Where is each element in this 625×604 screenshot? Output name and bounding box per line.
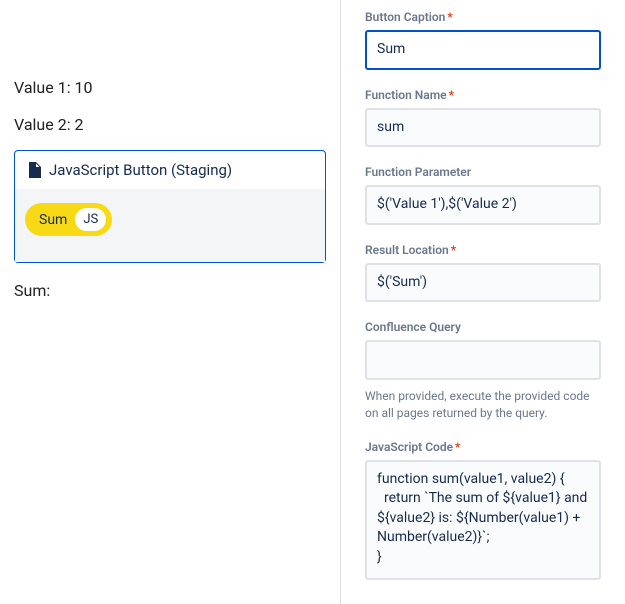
label-javascript-code: JavaScript Code*	[365, 440, 601, 454]
input-function-name[interactable]	[365, 108, 601, 148]
required-star: *	[451, 243, 456, 257]
field-result-location: Result Location*	[365, 243, 601, 303]
js-badge: JS	[75, 208, 106, 231]
input-result-location[interactable]	[365, 263, 601, 303]
macro-card[interactable]: JavaScript Button (Staging) Sum JS	[14, 150, 326, 263]
input-button-caption[interactable]	[365, 30, 601, 70]
label-button-caption: Button Caption*	[365, 10, 601, 24]
label-function-name: Function Name*	[365, 88, 601, 102]
macro-title: JavaScript Button (Staging)	[49, 161, 232, 179]
value-2-line: Value 2: 2	[14, 115, 326, 134]
preview-pane: Value 1: 10 Value 2: 2 JavaScript Button…	[0, 0, 340, 604]
field-confluence-query: Confluence Query When provided, execute …	[365, 320, 601, 421]
input-function-parameter[interactable]	[365, 185, 601, 225]
help-confluence-query: When provided, execute the provided code…	[365, 388, 601, 422]
sum-output-label: Sum:	[14, 281, 326, 300]
value-2: 2	[75, 115, 84, 134]
value-2-label: Value 2:	[14, 115, 71, 134]
input-javascript-code[interactable]	[365, 460, 601, 580]
label-function-parameter: Function Parameter	[365, 165, 601, 179]
macro-body: Sum JS	[15, 189, 325, 262]
field-button-caption: Button Caption*	[365, 10, 601, 70]
input-confluence-query[interactable]	[365, 340, 601, 380]
field-function-name: Function Name*	[365, 88, 601, 148]
properties-pane: Button Caption* Function Name* Function …	[340, 0, 625, 604]
file-icon	[27, 162, 41, 178]
value-1-line: Value 1: 10	[14, 78, 326, 97]
field-function-parameter: Function Parameter	[365, 165, 601, 225]
macro-header: JavaScript Button (Staging)	[15, 151, 325, 189]
value-1: 10	[75, 78, 93, 97]
label-confluence-query: Confluence Query	[365, 320, 601, 334]
sum-button[interactable]: Sum JS	[25, 203, 112, 236]
required-star: *	[447, 10, 452, 24]
pill-label: Sum	[39, 212, 67, 228]
required-star: *	[449, 88, 454, 102]
label-result-location: Result Location*	[365, 243, 601, 257]
value-1-label: Value 1:	[14, 78, 71, 97]
required-star: *	[455, 440, 460, 454]
field-javascript-code: JavaScript Code*	[365, 440, 601, 584]
